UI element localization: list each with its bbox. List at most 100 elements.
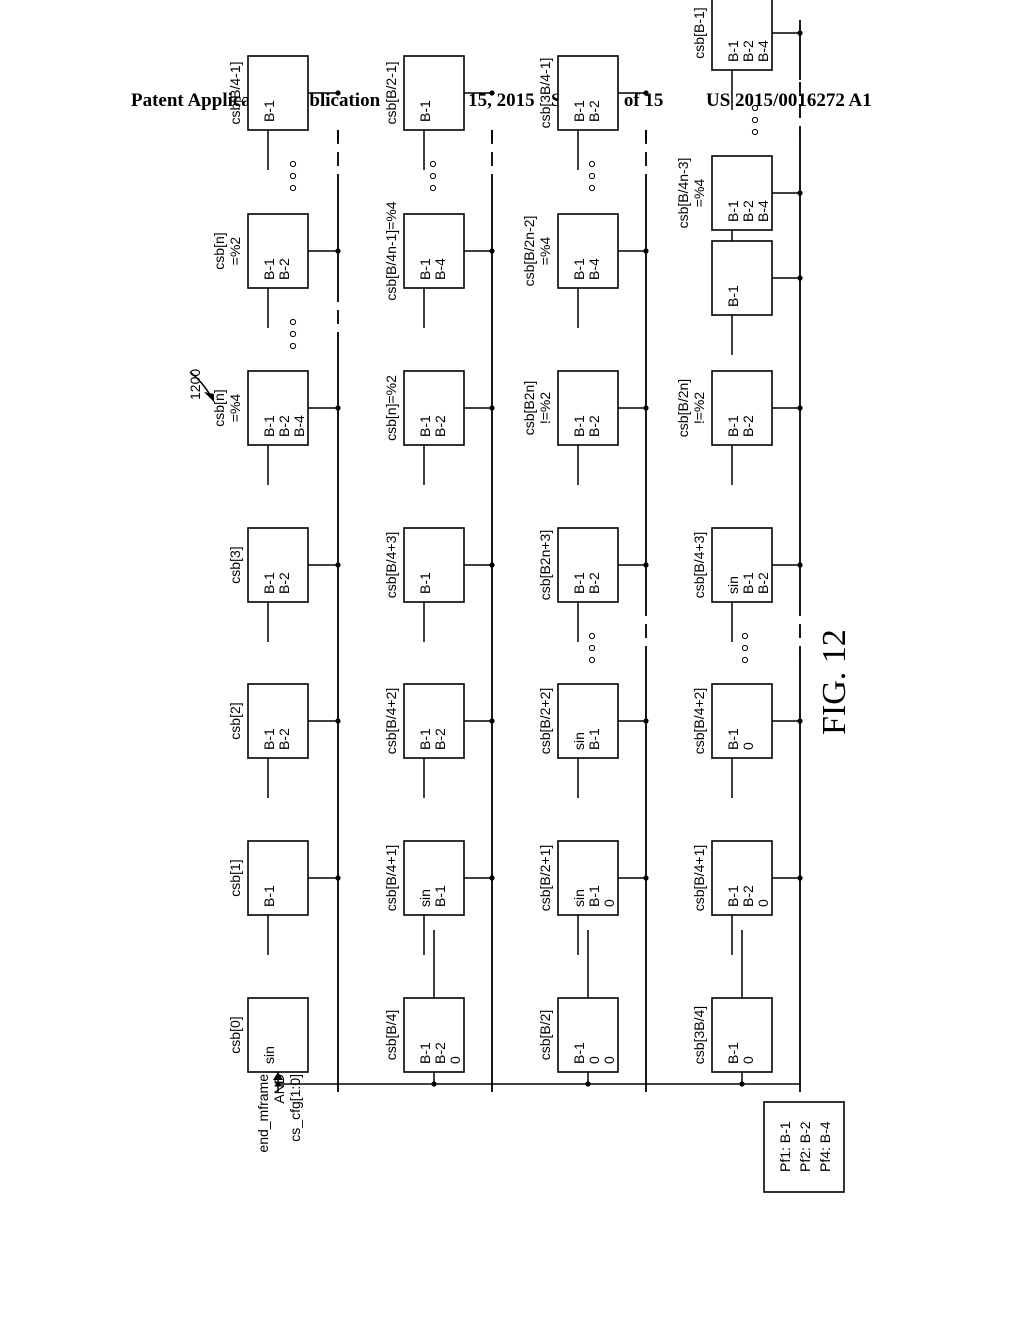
port-label: B-1 <box>417 1042 433 1064</box>
port-label: B-1 <box>571 572 587 594</box>
input-label: end_mframe AND cs_cfg[1:0] <box>255 1074 303 1153</box>
block: csb[B/2-1] B-1 <box>383 55 465 131</box>
port-label: B-2 <box>432 415 448 437</box>
junction-dot <box>797 562 803 568</box>
block-box <box>247 840 309 916</box>
ellipsis-dot <box>751 116 759 124</box>
block-label: csb[3B/4] <box>691 1006 707 1064</box>
ellipsis-dot <box>741 632 749 640</box>
junction-dot <box>489 562 495 568</box>
block: csb[B/4-1] B-1 <box>227 55 309 131</box>
ellipsis-dot <box>751 104 759 112</box>
block-label: csb[B/4n-1]=%4 <box>383 201 399 300</box>
block: csb[n]=%2 B-1B-2 <box>383 370 465 446</box>
port-label: B-2 <box>276 572 292 594</box>
port-label: B-1 <box>725 200 741 222</box>
port-label: B-2 <box>586 100 602 122</box>
junction-dot <box>489 405 495 411</box>
port-label: B-1 <box>417 415 433 437</box>
block-label: =%4 <box>227 394 243 423</box>
port-label: B-1 <box>417 728 433 750</box>
port-label: 0 <box>447 1056 463 1064</box>
port-label: B-1 <box>261 885 277 907</box>
ellipsis-dot <box>588 632 596 640</box>
port-label: B-2 <box>740 415 756 437</box>
port-label: B-1 <box>417 258 433 280</box>
block-label: csb[B/2-1] <box>383 61 399 124</box>
block: csb[B/2n-2] =%4 B-1 B-4 <box>521 213 619 289</box>
block-label: csb[1] <box>227 859 243 896</box>
block: csb[B2n] !=%2 B-1 B-2 <box>521 370 619 446</box>
port-label: B-2 <box>740 885 756 907</box>
block: csb[n]=%2 B-1B-2 <box>211 213 309 289</box>
input-label-line-2: AND <box>271 1074 287 1104</box>
ellipsis-dot <box>588 656 596 664</box>
junction-dot <box>643 405 649 411</box>
input-label-line-3: cs_cfg[1:0] <box>287 1074 303 1142</box>
legend-item: Pf4: B-4 <box>817 1121 833 1172</box>
port-label: B-1 <box>432 885 448 907</box>
port-label: B-1 <box>725 885 741 907</box>
junction-dot <box>489 718 495 724</box>
input-label-line-1: end_mframe <box>255 1074 271 1153</box>
junction-dot <box>489 875 495 881</box>
block: csb[B/4+1] sin B-1 <box>383 840 465 916</box>
reference-numeral: 1200 <box>187 369 214 402</box>
junction-dot <box>489 248 495 254</box>
block-label: csb[2] <box>227 702 243 739</box>
port-label: B-2 <box>276 728 292 750</box>
port-label: 0 <box>601 899 617 907</box>
ellipsis-dot <box>429 184 437 192</box>
port-label: B-1 <box>571 415 587 437</box>
port-label: B-2 <box>740 200 756 222</box>
block: csb[B/4+1] B-1 B-2 0 <box>691 840 773 916</box>
port-label: B-1 <box>586 728 602 750</box>
ellipsis-dot <box>429 160 437 168</box>
block: csb[2] B-1 B-2 <box>227 683 309 759</box>
block-label: csb[n] <box>211 232 227 269</box>
port-label: B-2 <box>586 415 602 437</box>
block-label: csb[B/2] <box>537 1010 553 1061</box>
port-label: B-4 <box>586 258 602 280</box>
junction-dot <box>643 875 649 881</box>
port-label: B-4 <box>291 415 307 437</box>
block-label: csb[B/4+2] <box>691 688 707 755</box>
port-label: B-1 <box>725 415 741 437</box>
port-label: B-1 <box>725 1042 741 1064</box>
port-label: B-1 <box>571 100 587 122</box>
block: csb[B/2+2] sin B-1 <box>537 683 619 759</box>
ellipsis-dot <box>429 172 437 180</box>
ellipsis-dot <box>588 172 596 180</box>
junction-dot <box>797 875 803 881</box>
junction-dot <box>797 275 803 281</box>
ellipsis-dot <box>289 172 297 180</box>
block-label: csb[B/4-1] <box>227 61 243 124</box>
port-label: B-1 <box>740 572 756 594</box>
block: csb[1] B-1 <box>227 840 309 916</box>
block-box <box>247 55 309 131</box>
legend-item: Pf2: B-2 <box>797 1121 813 1172</box>
legend: Pf1: B-1 Pf2: B-2 Pf4: B-4 <box>763 1101 845 1193</box>
port-label: B-1 <box>725 285 741 307</box>
port-label: 0 <box>755 899 771 907</box>
port-label: B-1 <box>261 728 277 750</box>
port-label: B-1 <box>725 728 741 750</box>
block-label: csb[B/4+3] <box>383 532 399 599</box>
junction-dot <box>335 718 341 724</box>
block-label: =%4 <box>537 237 553 266</box>
ellipsis-dot <box>289 318 297 326</box>
block-label: csb[B2n] <box>521 381 537 435</box>
block-box <box>711 240 773 316</box>
port-label: sin <box>571 889 587 907</box>
junction-dot <box>489 90 495 96</box>
port-label: B-2 <box>755 572 771 594</box>
port-label: B-2 <box>432 1042 448 1064</box>
ellipsis-dot <box>289 330 297 338</box>
block-label: csb[B2n+3] <box>537 530 553 600</box>
ellipsis-dot <box>289 160 297 168</box>
port-label: B-1 <box>261 415 277 437</box>
junction-dot <box>643 248 649 254</box>
port-label: B-2 <box>740 40 756 62</box>
block-label: csb[B-1] <box>691 7 707 58</box>
block-box <box>247 997 309 1073</box>
